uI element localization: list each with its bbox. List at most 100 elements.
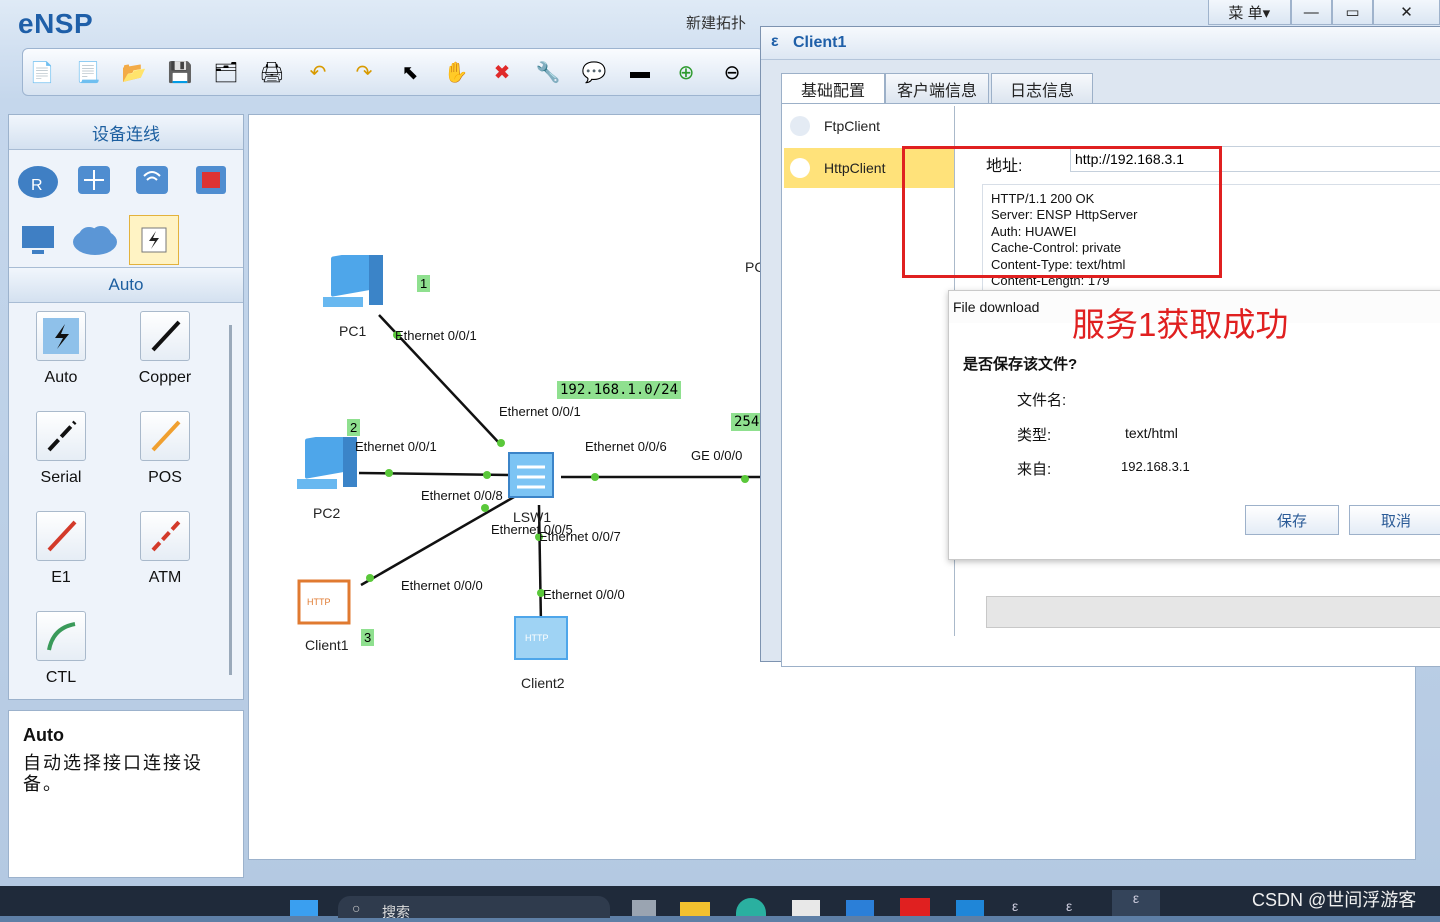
ftpclient-radio-icon bbox=[790, 116, 810, 136]
cable-serial[interactable]: Serial bbox=[9, 411, 113, 487]
cable-atm[interactable]: ATM bbox=[113, 511, 217, 587]
server-port-label: GE 0/0/0 bbox=[691, 448, 743, 463]
text-icon[interactable]: 💬 bbox=[579, 57, 609, 87]
select-icon[interactable]: ⬉ bbox=[395, 57, 425, 87]
youdao-icon[interactable] bbox=[900, 898, 930, 916]
wireless-category-icon[interactable] bbox=[129, 157, 175, 203]
tag-254: 254 bbox=[731, 413, 763, 431]
remote-app-icon[interactable] bbox=[956, 900, 984, 916]
client1-label: Client1 bbox=[305, 637, 349, 653]
copper-cable-icon bbox=[140, 311, 190, 361]
dialog-title: File download bbox=[953, 299, 1040, 315]
ensp-taskbar-icon-1[interactable]: ε bbox=[1012, 898, 1040, 916]
main-toolbar: 📄 📃 📂 💾 🗂 🖨 ↶ ↷ ⬉ ✋ ✖ 🔧 💬 ▬ ⊕ ⊖ bbox=[22, 48, 764, 96]
open-icon[interactable]: 📂 bbox=[119, 57, 149, 87]
cable-copper[interactable]: Copper bbox=[113, 311, 217, 387]
description-title: Auto bbox=[23, 725, 64, 745]
tag-2: 2 bbox=[347, 419, 361, 436]
palette-icon[interactable]: ▬ bbox=[625, 57, 655, 87]
description-text: 自动选择接口连接设备。 bbox=[23, 753, 203, 794]
cable-category-label: Auto bbox=[9, 267, 243, 303]
task-view-icon[interactable] bbox=[632, 900, 656, 916]
cloud-category-icon[interactable] bbox=[71, 217, 117, 263]
maximize-icon[interactable]: ▭ bbox=[1331, 0, 1374, 25]
tab-client-info[interactable]: 客户端信息 bbox=[885, 73, 989, 104]
lsw-port6-label: Ethernet 0/0/6 bbox=[585, 439, 667, 454]
taskbar: ○ 搜索 ε ε ε CSDN @世间浮游客 bbox=[0, 886, 1440, 920]
pc2-label: PC2 bbox=[313, 505, 341, 521]
ftpclient-item[interactable]: FtpClient bbox=[784, 106, 954, 146]
client2-icon[interactable]: HTTP bbox=[511, 613, 575, 672]
zoom-out-icon[interactable]: ⊖ bbox=[717, 57, 747, 87]
save-icon[interactable]: 💾 bbox=[165, 57, 195, 87]
cable-category-icon[interactable] bbox=[129, 215, 179, 265]
ensp-taskbar-icon-active[interactable]: ε bbox=[1112, 890, 1160, 916]
switch-category-icon[interactable] bbox=[71, 157, 117, 203]
edge-icon[interactable] bbox=[736, 898, 766, 916]
menu-button[interactable]: 菜 单▾ bbox=[1208, 0, 1291, 25]
zoom-in-icon[interactable]: ⊕ bbox=[671, 57, 701, 87]
ftpclient-label: FtpClient bbox=[824, 118, 881, 134]
type-label: 类型: bbox=[1017, 427, 1052, 444]
ctl-cable-icon bbox=[36, 611, 86, 661]
save-as-icon[interactable]: 🗂 bbox=[211, 57, 241, 87]
ensp-taskbar-icon-2[interactable]: ε bbox=[1066, 898, 1094, 916]
store-icon[interactable] bbox=[792, 900, 820, 916]
undo-icon[interactable]: ↶ bbox=[303, 57, 333, 87]
pos-cable-icon bbox=[140, 411, 190, 461]
cable-e1-label: E1 bbox=[51, 569, 71, 586]
svg-text:R: R bbox=[31, 177, 43, 194]
close-icon[interactable]: ✕ bbox=[1373, 0, 1440, 25]
new-test-icon[interactable]: 📃 bbox=[73, 57, 103, 87]
e1-cable-icon bbox=[36, 511, 86, 561]
app-icon-blue[interactable] bbox=[846, 900, 874, 916]
router-category-icon[interactable]: R bbox=[15, 157, 61, 203]
from-value: 192.168.3.1 bbox=[1121, 459, 1190, 474]
app-name: eNSP bbox=[18, 8, 94, 39]
highlight-box bbox=[902, 146, 1222, 278]
minimize-icon[interactable]: — bbox=[1290, 0, 1332, 25]
panel-scrollbar[interactable] bbox=[229, 325, 232, 675]
taskbar-search[interactable]: ○ 搜索 bbox=[338, 896, 610, 920]
client1-titlebar[interactable]: ε Client1 bbox=[761, 27, 1440, 60]
pc2-port-label: Ethernet 0/0/1 bbox=[355, 439, 437, 454]
subnet-tag: 192.168.1.0/24 bbox=[557, 381, 682, 399]
client2-label: Client2 bbox=[521, 675, 565, 691]
window-controls: 菜 单▾ — ▭ ✕ bbox=[1208, 0, 1440, 26]
pc1-icon[interactable] bbox=[319, 250, 389, 324]
client1-icon[interactable]: HTTP bbox=[295, 577, 359, 636]
file-explorer-icon[interactable] bbox=[680, 902, 710, 916]
httpclient-label: HttpClient bbox=[824, 160, 886, 176]
taskbar-search-text: 搜索 bbox=[382, 904, 410, 920]
cable-ctl[interactable]: CTL bbox=[9, 611, 113, 687]
redo-icon[interactable]: ↷ bbox=[349, 57, 379, 87]
windows-start-icon[interactable] bbox=[290, 900, 318, 916]
search-icon: ○ bbox=[352, 900, 361, 916]
app-logo: eNSP bbox=[18, 8, 93, 40]
description-panel: Auto 自动选择接口连接设备。 bbox=[8, 710, 244, 878]
new-topology-icon[interactable]: 📄 bbox=[27, 57, 57, 87]
request-button-bar bbox=[986, 596, 1440, 628]
cable-pos[interactable]: POS bbox=[113, 411, 217, 487]
lsw1-icon[interactable] bbox=[503, 445, 565, 512]
csdn-watermark: CSDN @世间浮游客 bbox=[1252, 890, 1417, 910]
client1-port-label: Ethernet 0/0/0 bbox=[401, 578, 483, 593]
cable-e1[interactable]: E1 bbox=[9, 511, 113, 587]
tab-basic-config[interactable]: 基础配置 bbox=[781, 73, 885, 104]
cable-auto[interactable]: Auto bbox=[9, 311, 113, 387]
pc-category-icon[interactable] bbox=[15, 217, 61, 263]
auto-cable-icon bbox=[36, 311, 86, 361]
cancel-button[interactable]: 取消 bbox=[1349, 505, 1440, 535]
dialog-question: 是否保存该文件? bbox=[963, 356, 1078, 373]
save-button[interactable]: 保存 bbox=[1245, 505, 1339, 535]
firewall-category-icon[interactable] bbox=[187, 157, 233, 203]
device-panel-header: 设备连线 bbox=[9, 115, 243, 150]
success-annotation: 服务1获取成功 bbox=[1072, 306, 1289, 343]
delete-icon[interactable]: ✖ bbox=[487, 57, 517, 87]
from-label: 来自: bbox=[1017, 461, 1052, 478]
print-icon[interactable]: 🖨 bbox=[257, 57, 287, 87]
pc2-icon[interactable] bbox=[293, 432, 363, 506]
tab-log-info[interactable]: 日志信息 bbox=[991, 73, 1093, 104]
delete-link-icon[interactable]: 🔧 bbox=[533, 57, 563, 87]
pan-icon[interactable]: ✋ bbox=[441, 57, 471, 87]
